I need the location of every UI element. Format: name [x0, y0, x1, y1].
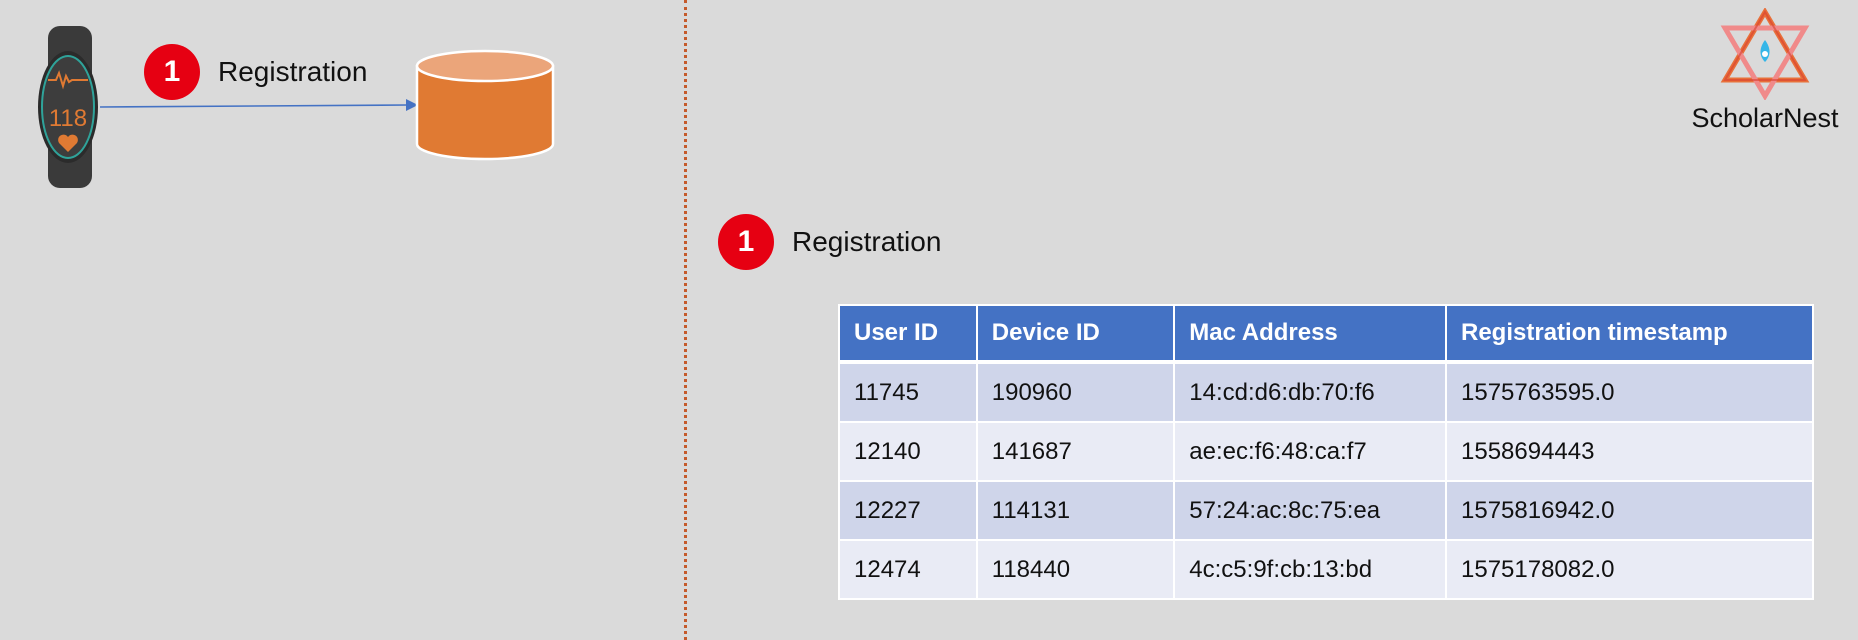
- watch-reading: 118: [49, 105, 87, 132]
- brand-logo: ScholarNest: [1690, 7, 1840, 134]
- step-label: Registration: [792, 226, 942, 257]
- column-header: Device ID: [975, 304, 1176, 364]
- table-header-row: User ID Device ID Mac Address Registrati…: [838, 304, 1814, 364]
- right-step: 1 Registration: [718, 214, 941, 270]
- table-cell: 12140: [838, 421, 978, 482]
- table-cell: 12227: [838, 480, 978, 541]
- table-cell: 4c:c5:9f:cb:13:bd: [1173, 539, 1447, 600]
- step-badge: 1: [718, 214, 774, 270]
- table-cell: 11745: [838, 361, 978, 423]
- table-cell: ae:ec:f6:48:ca:f7: [1173, 421, 1447, 482]
- table-cell: 57:24:ac:8c:75:ea: [1173, 480, 1447, 541]
- column-header: Registration timestamp: [1445, 304, 1814, 364]
- step-badge: 1: [144, 44, 200, 100]
- registration-table: User ID Device ID Mac Address Registrati…: [838, 304, 1814, 600]
- left-step: 1 Registration: [144, 44, 367, 100]
- table-row: 11745 190960 14:cd:d6:db:70:f6 157576359…: [838, 361, 1814, 423]
- table-row: 12227 114131 57:24:ac:8c:75:ea 157581694…: [838, 480, 1814, 541]
- table-cell: 12474: [838, 539, 978, 600]
- column-header: User ID: [838, 304, 978, 364]
- table-cell: 1575178082.0: [1445, 539, 1814, 600]
- table-row: 12474 118440 4c:c5:9f:cb:13:bd 157517808…: [838, 539, 1814, 600]
- table-cell: 1575763595.0: [1445, 361, 1814, 423]
- table-cell: 114131: [975, 480, 1176, 541]
- database-icon: [414, 48, 556, 167]
- scholarnest-logo-icon: [1720, 7, 1810, 101]
- table-row: 12140 141687 ae:ec:f6:48:ca:f7 155869444…: [838, 421, 1814, 482]
- brand-name: ScholarNest: [1691, 103, 1839, 133]
- table-cell: 190960: [975, 361, 1176, 423]
- section-divider: [684, 0, 687, 640]
- slide: 118 1 Registration 1 Registration User I…: [0, 0, 1858, 640]
- table-cell: 1575816942.0: [1445, 480, 1814, 541]
- table-cell: 1558694443: [1445, 421, 1814, 482]
- table-cell: 14:cd:d6:db:70:f6: [1173, 361, 1447, 423]
- table-cell: 118440: [975, 539, 1176, 600]
- table-cell: 141687: [975, 421, 1176, 482]
- step-label: Registration: [218, 56, 368, 87]
- column-header: Mac Address: [1173, 304, 1447, 364]
- smartwatch-icon: 118: [34, 26, 106, 193]
